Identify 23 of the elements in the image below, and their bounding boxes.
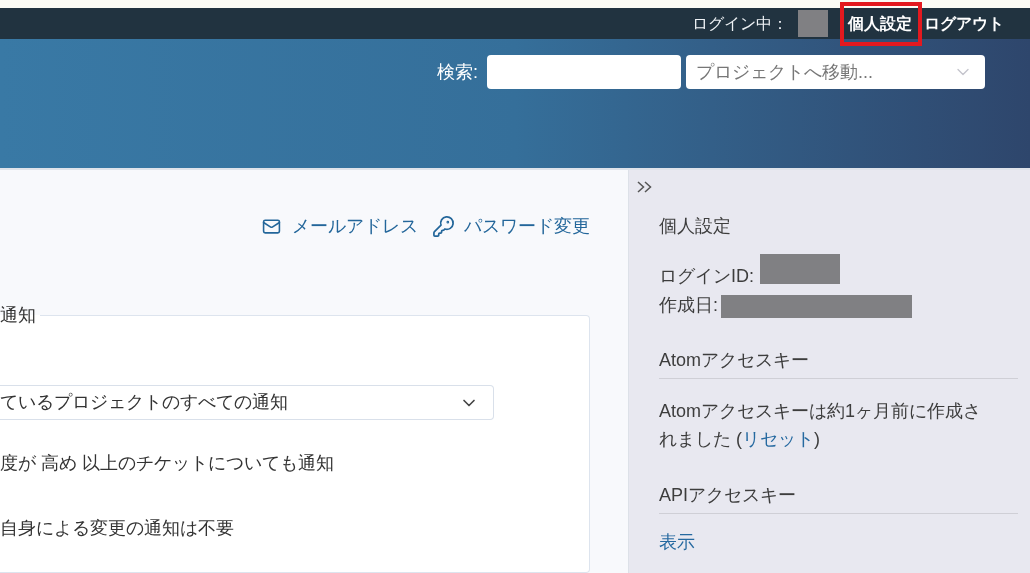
top-menu-link[interactable]: 個人設定 [848, 12, 912, 35]
account-action-link[interactable]: パスワード変更 [432, 214, 590, 238]
search-label: 検索: [437, 61, 478, 84]
notification-option-label: 度が 高め 以上のチケットについても通知 [0, 452, 334, 475]
notification-select[interactable]: ているプロジェクトのすべての通知 [0, 385, 494, 420]
field-label: 作成日: [659, 294, 718, 317]
access-key-note: Atomアクセスキーは約1ヶ月前に作成されました (リセット) [659, 400, 983, 451]
field-label: ログインID: [659, 265, 754, 288]
chevrons-right-icon[interactable] [637, 181, 652, 193]
project-jump-select[interactable]: プロジェクトへ移動... [686, 55, 985, 89]
account-action-link[interactable]: メールアドレス [260, 214, 418, 238]
section-heading: APIアクセスキー [659, 483, 1018, 514]
notification-option-label: 自身による変更の通知は不要 [0, 517, 234, 540]
top-menu-link[interactable]: ログアウト [924, 12, 1004, 35]
search-field[interactable] [487, 55, 681, 89]
login-status-label: ログイン中： [692, 13, 788, 34]
panel-legend: 通知 [0, 303, 40, 327]
key-icon [432, 214, 455, 238]
envelope-icon [260, 216, 283, 236]
reset-link[interactable]: リセット [742, 429, 814, 449]
sidebar-title: 個人設定 [659, 215, 732, 238]
section-heading: Atomアクセスキー [659, 348, 1018, 379]
show-key-link[interactable]: 表示 [659, 530, 695, 554]
